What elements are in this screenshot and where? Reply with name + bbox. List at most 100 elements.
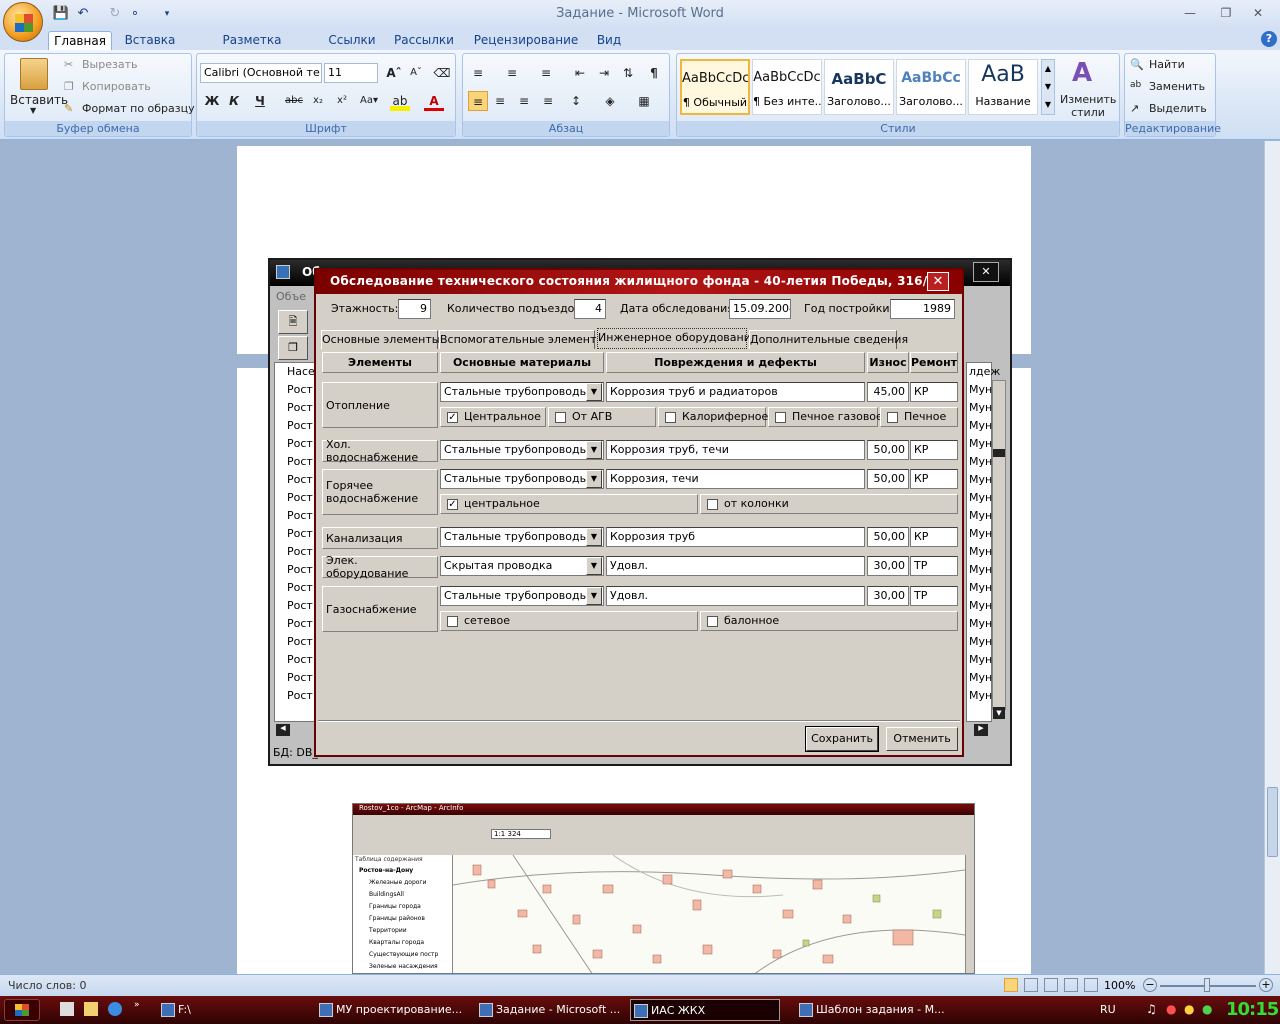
font-color-icon[interactable]: A [424, 91, 444, 111]
copy-button[interactable]: Копировать [82, 80, 151, 93]
scroll-left-icon[interactable]: ◀ [276, 724, 290, 736]
align-right-icon[interactable]: ≡ [514, 91, 534, 111]
paste-icon[interactable] [20, 58, 48, 90]
heating-wear-field[interactable]: 45,00 [867, 382, 909, 402]
sort-icon[interactable]: ⇅ [618, 63, 638, 83]
zoom-in-icon[interactable]: + [1259, 978, 1273, 992]
style-title[interactable]: AaB Название [968, 59, 1038, 115]
hot-water-material-select[interactable]: Стальные трубопроводы [440, 469, 604, 489]
increase-indent-icon[interactable]: ⇥ [594, 63, 614, 83]
dropdown-arrow-icon[interactable]: ▼ [586, 441, 602, 459]
tray-icon[interactable]: ● [1202, 1002, 1212, 1016]
grid-cell[interactable]: Рост [287, 653, 313, 666]
start-button[interactable] [4, 999, 40, 1021]
grid-cell[interactable]: Рост [287, 635, 313, 648]
close-icon[interactable]: ✕ [927, 272, 949, 291]
highlight-icon[interactable]: ab [390, 91, 410, 111]
shrink-font-icon[interactable]: Aˇ [406, 63, 426, 83]
grid-cell[interactable]: Рост [287, 527, 313, 540]
hot-water-wear-field[interactable]: 50,00 [867, 469, 909, 489]
dropdown-arrow-icon[interactable]: ▼ [586, 470, 602, 488]
style-heading2[interactable]: AaBbCc Заголово... [896, 59, 966, 115]
build-year-field[interactable]: 1989 [890, 299, 955, 319]
grid-cell[interactable]: Рост [287, 383, 313, 396]
justify-icon[interactable]: ≡ [538, 91, 558, 111]
cold-water-wear-field[interactable]: 50,00 [867, 440, 909, 460]
font-size-combo[interactable]: 11 [324, 63, 378, 83]
electrical-damage-field[interactable]: Удовл. [606, 556, 865, 576]
tab-insert[interactable]: Вставка [122, 31, 178, 50]
tab-additional-info[interactable]: Дополнительные сведения [749, 330, 908, 349]
find-button[interactable]: Найти [1149, 58, 1185, 71]
gas-material-select[interactable]: Стальные трубопроводы [440, 586, 604, 606]
scroll-thumb[interactable] [993, 449, 1005, 457]
grid-cell[interactable]: Рост [287, 689, 313, 702]
change-styles-icon[interactable]: A [1072, 58, 1092, 88]
bold-icon[interactable]: Ж [202, 91, 222, 111]
sewage-wear-field[interactable]: 50,00 [867, 527, 909, 547]
scroll-down-icon[interactable]: ▼ [993, 707, 1005, 719]
word-count[interactable]: Число слов: 0 [8, 979, 87, 992]
tab-engineering-equipment[interactable]: Инженерное оборудование [597, 328, 758, 349]
tray-icon[interactable]: ● [1184, 1002, 1194, 1016]
paste-button[interactable]: Вставить [10, 93, 68, 107]
style-heading1[interactable]: AaBbC Заголово... [824, 59, 894, 115]
copy-record-icon[interactable]: ❐ [278, 336, 308, 360]
gas-bottled-checkbox[interactable]: балонное [700, 611, 958, 631]
underline-icon[interactable]: Ч [250, 91, 270, 111]
grid-cell[interactable]: Рост [287, 581, 313, 594]
taskbar-item-active[interactable]: ИАС ЖКХ [630, 999, 780, 1021]
select-button[interactable]: Выделить [1149, 102, 1207, 115]
format-painter-button[interactable]: Формат по образцу [82, 102, 195, 115]
volume-icon[interactable]: ♫ [1146, 1002, 1157, 1016]
gas-repair-field[interactable]: ТР [910, 586, 958, 606]
ie-icon[interactable] [108, 1002, 122, 1016]
superscript-icon[interactable]: x² [332, 91, 352, 111]
align-left-icon[interactable]: ≡ [468, 91, 488, 111]
print-layout-icon[interactable] [1004, 978, 1018, 992]
heating-gas-stove-checkbox[interactable]: Печное газовое [768, 407, 883, 427]
align-center-icon[interactable]: ≡ [490, 91, 510, 111]
replace-button[interactable]: Заменить [1149, 80, 1205, 93]
gas-damage-field[interactable]: Удовл. [606, 586, 865, 606]
new-record-icon[interactable]: 🗎 [278, 310, 308, 334]
gas-wear-field[interactable]: 30,00 [867, 586, 909, 606]
taskbar-item[interactable]: МУ проектирование... [316, 999, 468, 1021]
floors-field[interactable]: 9 [398, 299, 431, 319]
survey-date-field[interactable]: 15.09.2004 [729, 299, 791, 319]
hot-water-boiler-checkbox[interactable]: от колонки [700, 494, 958, 514]
sewage-material-select[interactable]: Стальные трубопроводы [440, 527, 604, 547]
heating-damage-field[interactable]: Коррозия труб и радиаторов [606, 382, 865, 402]
line-spacing-icon[interactable]: ↕ [566, 91, 586, 111]
cut-button[interactable]: Вырезать [82, 58, 137, 71]
bullets-icon[interactable]: ≡ [468, 63, 488, 83]
heating-stove-checkbox[interactable]: Печное [880, 407, 958, 427]
restore-icon[interactable]: ❐ [1213, 4, 1239, 22]
web-layout-icon[interactable] [1044, 978, 1058, 992]
heating-repair-field[interactable]: КР [910, 382, 958, 402]
office-button[interactable] [3, 2, 43, 42]
language-indicator[interactable]: RU [1100, 1003, 1116, 1016]
paste-dropdown-icon[interactable]: ▼ [30, 106, 36, 115]
tab-review[interactable]: Рецензирование [470, 31, 582, 50]
change-case-icon[interactable]: Aa▾ [356, 91, 382, 111]
scroll-thumb[interactable] [1267, 787, 1278, 857]
decrease-indent-icon[interactable]: ⇤ [570, 63, 590, 83]
grow-font-icon[interactable]: Aˆ [384, 63, 404, 83]
grid-cell[interactable]: Рост [287, 437, 313, 450]
tray-icon[interactable]: ● [1166, 1002, 1176, 1016]
hot-water-repair-field[interactable]: КР [910, 469, 958, 489]
zoom-level[interactable]: 100% [1104, 979, 1135, 992]
shading-icon[interactable]: ◈ [600, 91, 620, 111]
close-icon[interactable]: ✕ [973, 262, 999, 282]
quicklaunch-icon[interactable] [84, 1002, 98, 1016]
gas-network-checkbox[interactable]: сетевое [440, 611, 698, 631]
font-family-combo[interactable]: Calibri (Основной те [200, 63, 322, 83]
help-icon[interactable]: ? [1261, 31, 1277, 47]
style-no-spacing[interactable]: AaBbCcDc ¶ Без инте... [752, 59, 822, 115]
tab-auxiliary-elements[interactable]: Вспомогательные элементы [439, 330, 605, 349]
heating-agv-checkbox[interactable]: От АГВ [548, 407, 656, 427]
numbering-icon[interactable]: ≡ [502, 63, 522, 83]
taskbar-item[interactable]: Задание - Microsoft ... [476, 999, 622, 1021]
grid-cell[interactable]: Рост [287, 509, 313, 522]
